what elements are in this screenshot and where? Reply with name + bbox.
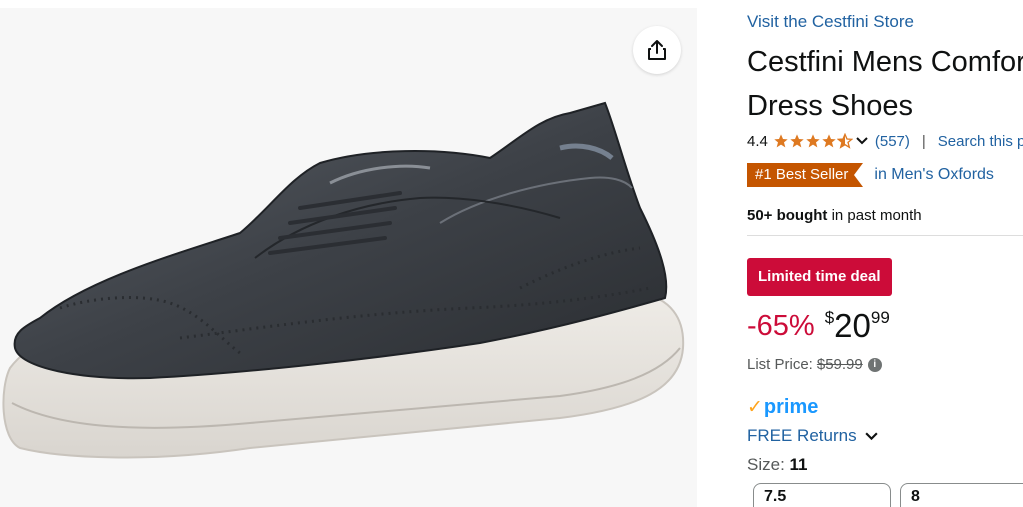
star-icon — [774, 134, 788, 148]
store-link[interactable]: Visit the Cestfini Store — [747, 12, 914, 32]
best-seller-row: #1 Best Seller in Men's Oxfords — [747, 162, 994, 188]
price-row: -65% $ 20 99 — [747, 306, 890, 346]
prime-label: prime — [763, 395, 819, 418]
product-image[interactable] — [0, 8, 697, 507]
info-icon[interactable]: i — [867, 357, 882, 372]
bought-count: 50+ bought in past month — [747, 207, 922, 224]
prime-logo: ✓ prime — [747, 395, 818, 419]
divider — [747, 235, 1023, 236]
price-whole: 20 — [834, 307, 871, 344]
free-returns-label: FREE Returns — [747, 426, 857, 445]
star-half-icon — [836, 133, 853, 149]
price-fraction: 99 — [870, 308, 890, 327]
price-currency: $ — [824, 308, 835, 327]
product-info-panel: Visit the Cestfini Store Cestfini Mens C… — [747, 0, 1023, 507]
best-seller-badge[interactable]: #1 Best Seller — [747, 163, 864, 187]
product-image-panel[interactable] — [0, 8, 697, 507]
prime-check-icon: ✓ — [747, 396, 763, 418]
search-page-link[interactable]: Search this page — [938, 133, 1023, 150]
separator: | — [921, 132, 926, 150]
size-label-text: Size: — [747, 455, 785, 474]
star-rating[interactable] — [773, 133, 853, 149]
discount-percent: -65% — [747, 310, 815, 342]
chevron-down-icon[interactable] — [855, 134, 869, 148]
size-selected: 11 — [789, 455, 808, 474]
list-price: List Price: $59.99 i — [747, 356, 882, 373]
size-option[interactable]: 7.5 — [753, 483, 891, 507]
best-seller-category-link[interactable]: in Men's Oxfords — [874, 166, 994, 184]
deal-badge: Limited time deal — [747, 258, 892, 296]
bought-count-rest: in past month — [827, 207, 922, 224]
size-option[interactable]: 8 — [900, 483, 1023, 507]
share-button[interactable] — [633, 26, 681, 74]
rating-row: 4.4 (557) | Search this page — [747, 130, 1023, 152]
star-icon — [806, 134, 820, 148]
list-price-label: List Price: — [747, 356, 813, 373]
share-icon — [648, 40, 666, 60]
size-label: Size: 11 — [747, 455, 808, 475]
rating-value: 4.4 — [747, 132, 768, 150]
list-price-value: $59.99 — [816, 356, 863, 373]
star-icon — [822, 134, 836, 148]
bought-count-bold: 50+ bought — [747, 207, 828, 224]
free-returns-link[interactable]: FREE Returns — [747, 426, 879, 446]
product-title: Cestfini Mens Comfort Dress Shoes — [747, 46, 1023, 122]
star-icon — [790, 134, 804, 148]
chevron-down-icon — [864, 429, 879, 444]
rating-count-link[interactable]: (557) — [875, 133, 910, 150]
